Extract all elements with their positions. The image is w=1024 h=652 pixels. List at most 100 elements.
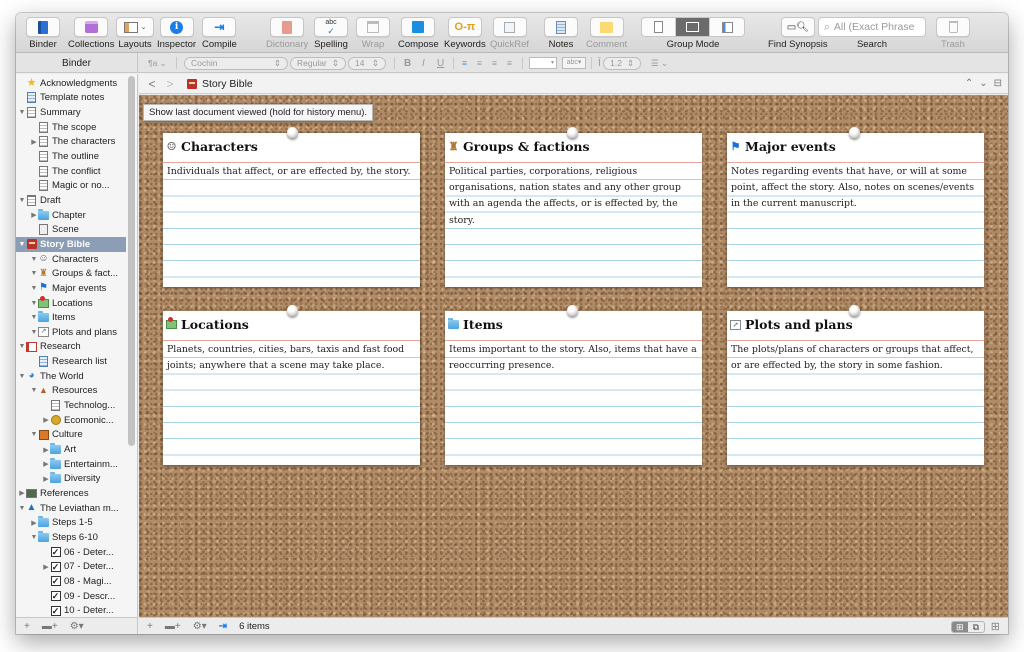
wrap-toolbar-button[interactable]: Wrap (356, 17, 390, 50)
card-size-icon[interactable]: ⊞ (991, 620, 1000, 633)
disclosure-expanded-icon[interactable]: ▼ (30, 270, 38, 277)
add-folder-button[interactable]: ▬+ (42, 621, 58, 632)
add-card-button[interactable]: + (147, 621, 153, 632)
binder-item[interactable]: ▼ Research (16, 340, 128, 355)
add-document-button[interactable]: + (24, 621, 30, 632)
text-color-well[interactable]: ▾ (529, 56, 557, 70)
disclosure-expanded-icon[interactable]: ▼ (30, 285, 38, 292)
binder-item[interactable]: ▼ Draft (16, 193, 128, 208)
editor-settings-button[interactable]: ⚙▾ (193, 621, 207, 632)
align-center-button[interactable]: ≡ (477, 56, 482, 70)
binder-item[interactable]: ▶ Diversity (16, 472, 128, 487)
highlight-color-well[interactable]: abc▾ (562, 56, 586, 70)
card-title[interactable]: Items (448, 317, 503, 332)
split-editor-button[interactable]: ⊟ (994, 78, 1002, 89)
binder-item[interactable]: ▼ ♜ Groups & fact... (16, 266, 128, 281)
card-title[interactable]: ⚑ Major events (730, 139, 836, 154)
disclosure-expanded-icon[interactable]: ▼ (30, 387, 38, 394)
compose-toolbar-button[interactable]: Compose (398, 17, 439, 50)
disclosure-expanded-icon[interactable]: ▼ (30, 256, 38, 263)
disclosure-expanded-icon[interactable]: ▼ (18, 373, 26, 380)
list-style-menu[interactable]: ☰ ⌄ (651, 56, 668, 70)
binder-item[interactable]: ▼ ▲ The Leviathan m... (16, 501, 128, 516)
dictionary-toolbar-button[interactable]: Dictionary (266, 17, 308, 50)
group-mode-outliner-button[interactable] (710, 18, 744, 36)
search-toolbar-item[interactable]: ⌕ All (Exact Phrase Search (818, 17, 926, 50)
card-title[interactable]: Locations (166, 317, 249, 332)
binder-item[interactable]: ▼ Steps 6-10 (16, 530, 128, 545)
card-synopsis[interactable]: Notes regarding events that have, or wil… (731, 164, 980, 213)
disclosure-expanded-icon[interactable]: ▼ (30, 329, 38, 336)
binder-item[interactable]: ▶ Ecomonic... (16, 413, 128, 428)
binder-item[interactable]: ▶ The characters (16, 135, 128, 150)
underline-button[interactable]: U (437, 56, 444, 70)
index-card[interactable]: ☺ Characters Individuals that affect, or a… (163, 127, 420, 287)
binder-item[interactable]: ✓ 06 - Deter... (16, 545, 128, 560)
binder-item[interactable]: ▼ Items (16, 310, 128, 325)
inspector-toolbar-button[interactable]: i Inspector (157, 17, 196, 50)
binder-item[interactable]: Technolog... (16, 398, 128, 413)
card-synopsis[interactable]: Items important to the story. Also, item… (449, 342, 698, 374)
binder-item[interactable]: Template notes (16, 91, 128, 106)
font-weight-select[interactable]: Regular ⇕ (290, 56, 346, 70)
binder-item[interactable]: ▼ Culture (16, 428, 128, 443)
binder-item[interactable]: ▶ Chapter (16, 208, 128, 223)
disclosure-collapsed-icon[interactable]: ▶ (42, 460, 50, 468)
layouts-toolbar-button[interactable]: ⌄ Layouts (116, 17, 154, 50)
binder-item[interactable]: ✓ 10 - Deter... (16, 603, 128, 617)
font-family-select[interactable]: Cochin ⇕ (184, 56, 288, 70)
binder-settings-button[interactable]: ⚙▾ (70, 621, 84, 632)
disclosure-expanded-icon[interactable]: ▼ (30, 534, 38, 541)
back-button[interactable]: < (143, 77, 161, 91)
disclosure-expanded-icon[interactable]: ▼ (30, 314, 38, 321)
card-synopsis[interactable]: Political parties, corporations, religio… (449, 164, 698, 229)
disclosure-expanded-icon[interactable]: ▼ (18, 109, 26, 116)
binder-item[interactable]: ✓ 09 - Descr... (16, 589, 128, 604)
binder-toolbar-button[interactable]: Binder (26, 17, 60, 50)
binder-item[interactable]: ▼ ▲ Resources (16, 384, 128, 399)
binder-item[interactable]: ✓ 08 - Magi... (16, 574, 128, 589)
card-title[interactable]: ☺ Characters (166, 139, 258, 154)
index-card[interactable]: ⚑ Major events Notes regarding events that… (727, 127, 984, 287)
disclosure-collapsed-icon[interactable]: ▶ (30, 519, 38, 527)
go-to-document-icon[interactable]: ⇥ (219, 621, 227, 632)
italic-button[interactable]: I (422, 56, 425, 70)
binder-item[interactable]: ▶ Entertainm... (16, 457, 128, 472)
quickref-toolbar-button[interactable]: QuickRef (490, 17, 529, 50)
disclosure-collapsed-icon[interactable]: ▶ (42, 563, 50, 571)
binder-item[interactable]: ▼ ↗ Plots and plans (16, 325, 128, 340)
collections-toolbar-button[interactable]: Collections (68, 17, 114, 50)
line-spacing-select[interactable]: Ī 1.2 ⇕ (598, 56, 642, 70)
disclosure-collapsed-icon[interactable]: ▶ (42, 475, 50, 483)
index-card[interactable]: ↗ Plots and plans The plots/plans of chara… (727, 305, 984, 465)
binder-item[interactable]: ▼ ⚑ Major events (16, 281, 128, 296)
binder-item[interactable]: ▼ Story Bible (16, 237, 126, 252)
index-card[interactable]: ♜ Groups & factions Political parties, cor… (445, 127, 702, 287)
keywords-toolbar-button[interactable]: O‑π Keywords (444, 17, 486, 50)
font-size-select[interactable]: 14 ⇕ (348, 56, 386, 70)
disclosure-collapsed-icon[interactable]: ▶ (30, 138, 38, 146)
compile-toolbar-button[interactable]: ⇥ Compile (202, 17, 237, 50)
binder-item[interactable]: The conflict (16, 164, 128, 179)
disclosure-expanded-icon[interactable]: ▼ (18, 343, 26, 350)
binder-item[interactable]: ▼ ☺ Characters (16, 252, 128, 267)
binder-item[interactable]: Research list (16, 354, 128, 369)
index-card[interactable]: Locations Planets, countries, cities, bar… (163, 305, 420, 465)
disclosure-expanded-icon[interactable]: ▼ (18, 505, 26, 512)
binder-item[interactable]: ★ Acknowledgments (16, 76, 128, 91)
binder-item[interactable]: ▶ References (16, 486, 128, 501)
bold-button[interactable]: B (404, 56, 411, 70)
grid-view-icon[interactable]: ⊞ (951, 621, 968, 632)
align-right-button[interactable]: ≡ (492, 56, 497, 70)
card-synopsis[interactable]: Individuals that affect, or are effected… (167, 164, 416, 180)
add-folder-card-button[interactable]: ▬+ (165, 621, 181, 632)
disclosure-expanded-icon[interactable]: ▼ (18, 241, 26, 248)
disclosure-expanded-icon[interactable]: ▼ (30, 300, 38, 307)
justify-button[interactable]: ≡ (507, 56, 512, 70)
card-synopsis[interactable]: The plots/plans of characters or groups … (731, 342, 980, 374)
disclosure-collapsed-icon[interactable]: ▶ (42, 416, 50, 424)
group-mode-scrivenings-button[interactable] (642, 18, 676, 36)
notes-toolbar-button[interactable]: Notes (544, 17, 578, 50)
disclosure-collapsed-icon[interactable]: ▶ (42, 446, 50, 454)
index-card[interactable]: Items Items important to the story. Also,… (445, 305, 702, 465)
